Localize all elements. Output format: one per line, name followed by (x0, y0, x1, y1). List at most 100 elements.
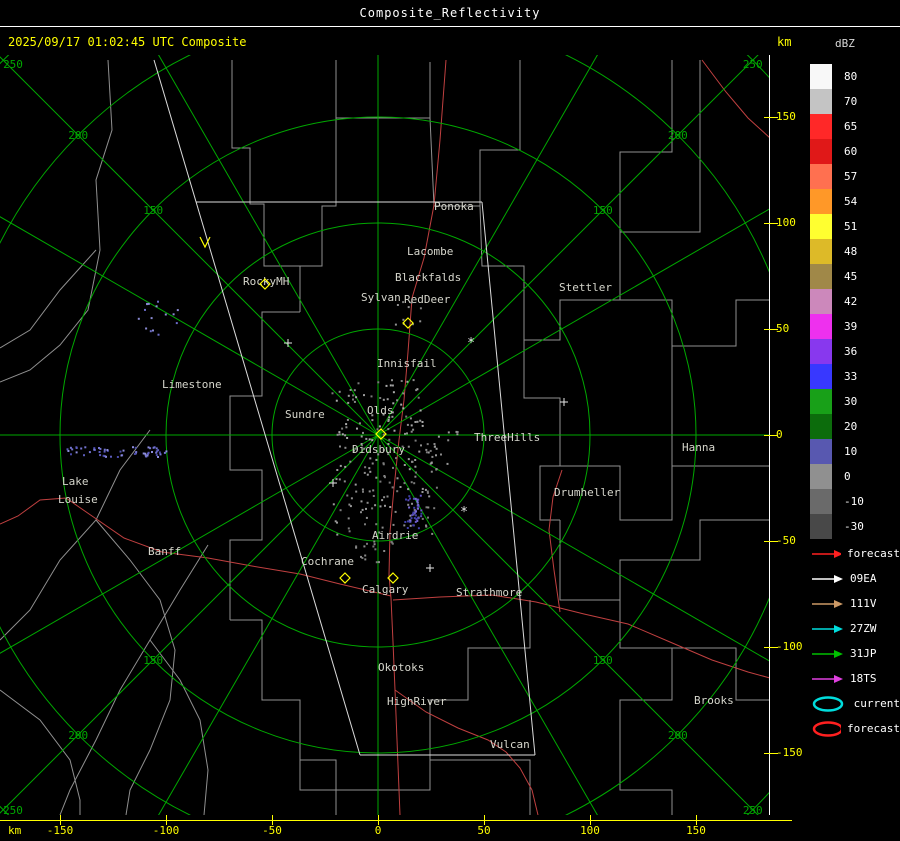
colorbar-row: 57 (810, 164, 900, 189)
plus-marker (560, 398, 568, 406)
colorbar-row: 0 (810, 464, 900, 489)
city-label: Lake (62, 475, 89, 488)
legend-arrow-icon (812, 624, 843, 633)
colorbar-swatch (810, 439, 832, 464)
colorbar-swatch (810, 289, 832, 314)
colorbar-swatch (810, 139, 832, 164)
radar-plot[interactable]: 150 150 150 150 200 200 200 200 250 250 250 250 Pono… (0, 55, 770, 815)
range-label: 200 (668, 129, 688, 142)
star-marker: * (467, 336, 475, 351)
plus-marker (426, 564, 434, 572)
colorbar-row: 33 (810, 364, 900, 389)
bottom-axis-label: -100 (152, 824, 180, 837)
legend-arrow-icon (812, 674, 843, 683)
colorbar-swatch (810, 164, 832, 189)
range-label: 250 (3, 58, 23, 71)
colorbar-swatch (810, 364, 832, 389)
boundary-layer (0, 59, 770, 815)
right-axis-label: -100 (776, 640, 803, 653)
colorbar-row: 60 (810, 139, 900, 164)
city-label: Innisfail (377, 357, 437, 370)
city-label: Stettler (559, 281, 612, 294)
range-label: 150 (143, 204, 163, 217)
colorbar-value: 42 (844, 295, 858, 308)
star-marker: * (460, 505, 468, 520)
right-axis-label: 150 (776, 110, 796, 123)
colorbar-swatch (810, 264, 832, 289)
range-label: 250 (743, 58, 763, 71)
road-line (701, 59, 770, 139)
colorbar-row: 80 (810, 64, 900, 89)
colorbar-row: 70 (810, 89, 900, 114)
bottom-axis-line (0, 820, 792, 821)
boundary-line (0, 249, 97, 349)
road-line (392, 594, 770, 679)
colorbar-row: -30 (810, 514, 900, 539)
bottom-axis-label: -50 (262, 824, 282, 837)
legend-ellipse-icon (812, 695, 844, 712)
coverage-outline (481, 201, 536, 756)
colorbar-value: 0 (844, 470, 851, 483)
right-axis-label: -150 (776, 746, 803, 759)
colorbar-row: 39 (810, 314, 900, 339)
colorbar-value: -30 (844, 520, 864, 533)
plus-marker (284, 339, 292, 347)
right-axis: 150 100 50 0 -50 -100 -150 (764, 55, 810, 815)
city-label: Blackfalds (395, 271, 461, 284)
colorbar-row: 10 (810, 439, 900, 464)
radar-app-window: Composite_Reflectivity 2025/09/17 01:02:… (0, 0, 900, 841)
bottom-axis-label: 0 (374, 824, 382, 837)
city-label: Drumheller (554, 486, 621, 499)
colorbar-value: 80 (844, 70, 858, 83)
colorbar-swatch (810, 389, 832, 414)
legend-item: 111V (810, 591, 900, 616)
sidebar: dBZ 80 70 65 60 57 54 51 48 45 42 39 36 33 30 20 10 0 -10… (810, 27, 900, 841)
colorbar-value: 45 (844, 270, 858, 283)
legend-arrow-icon (812, 649, 843, 658)
boundary-line (559, 519, 770, 601)
city-label: Olds (367, 404, 394, 417)
city-label: Banff (148, 545, 181, 558)
window-title: Composite_Reflectivity (359, 6, 541, 20)
legend-label: 111V (850, 597, 877, 610)
colorbar-value: 54 (844, 195, 858, 208)
legend-label: 18TS (850, 672, 877, 685)
radial-line (0, 434, 379, 654)
radial-line (377, 434, 770, 662)
plus-marker (329, 479, 337, 487)
boundary-line (230, 619, 337, 815)
legend-arrow-icon (812, 549, 842, 558)
legend-arrow-icon (812, 599, 843, 608)
city-label: Cochrane (301, 555, 354, 568)
colorbar-swatch (810, 514, 832, 539)
colorbar-value: 36 (844, 345, 858, 358)
legend-label: forecast (847, 722, 900, 735)
city-label: Strathmore (456, 586, 522, 599)
colorbar-value: -10 (844, 495, 864, 508)
colorbar-row: 51 (810, 214, 900, 239)
city-label: RockyMH (243, 275, 289, 288)
colorbar-value: 33 (844, 370, 858, 383)
radial-line (158, 55, 379, 436)
range-label: 250 (743, 804, 763, 815)
legend-item: 09EA (810, 566, 900, 591)
range-label: 150 (593, 654, 613, 667)
colorbar-swatch (810, 489, 832, 514)
colorbar-value: 57 (844, 170, 858, 183)
title-bar: Composite_Reflectivity (0, 0, 900, 27)
bottom-axis-units-label: km (8, 824, 22, 837)
range-label: 150 (593, 204, 613, 217)
right-axis-label: 0 (776, 428, 783, 441)
bottom-axis: km -150 -100 -50 0 50 100 150 (0, 815, 810, 841)
city-label: Didsbury (352, 443, 405, 456)
bottom-axis-label: 50 (477, 824, 491, 837)
colorbar-row: 42 (810, 289, 900, 314)
boundary-line (335, 60, 431, 119)
colorbar-row: 30 (810, 389, 900, 414)
colorbar-swatch (810, 189, 832, 214)
colorbar-value: 70 (844, 95, 858, 108)
legend-item: forecast (810, 541, 900, 566)
boundary-line (59, 544, 209, 815)
colorbar-row: 48 (810, 239, 900, 264)
legend-item: 18TS (810, 666, 900, 691)
